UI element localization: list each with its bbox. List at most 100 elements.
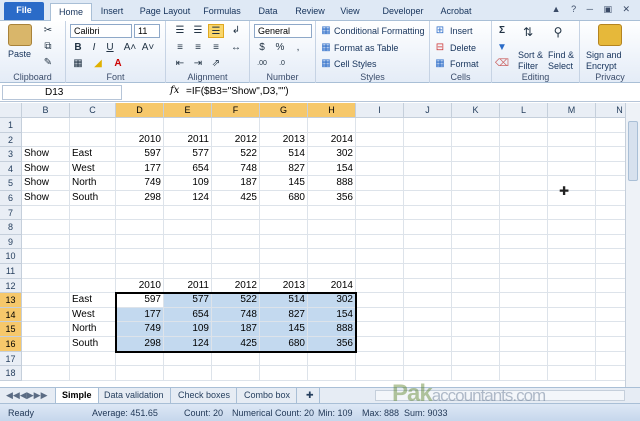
vertical-scroll-thumb[interactable] bbox=[628, 121, 638, 181]
cell-i3[interactable] bbox=[356, 147, 404, 162]
cell-k18[interactable] bbox=[452, 366, 500, 381]
cell-j3[interactable] bbox=[404, 147, 452, 162]
tab-home[interactable]: Home bbox=[50, 3, 92, 22]
cell-k16[interactable] bbox=[452, 337, 500, 352]
cut-icon[interactable]: ✂ bbox=[40, 24, 56, 38]
underline-icon[interactable]: U bbox=[102, 41, 118, 55]
cell-f14[interactable]: 748 bbox=[212, 307, 260, 323]
insert-function-icon[interactable]: fx bbox=[170, 85, 179, 96]
cell-k11[interactable] bbox=[452, 264, 500, 279]
cell-m14[interactable] bbox=[548, 307, 596, 323]
cell-g10[interactable] bbox=[260, 249, 308, 264]
row-header-18[interactable]: 18 bbox=[0, 366, 22, 381]
cell-f9[interactable] bbox=[212, 234, 260, 250]
cell-f4[interactable]: 748 bbox=[212, 161, 260, 177]
paste-button[interactable]: Paste bbox=[8, 49, 31, 59]
cell-d9[interactable] bbox=[116, 234, 164, 250]
cell-m4[interactable] bbox=[548, 161, 596, 177]
align-left-icon[interactable]: ≡ bbox=[172, 41, 188, 55]
column-header-h[interactable]: H bbox=[308, 103, 356, 118]
tab-developer[interactable]: Developer bbox=[376, 3, 430, 21]
cell-m1[interactable] bbox=[548, 118, 596, 133]
cell-i15[interactable] bbox=[356, 322, 404, 337]
cell-n6[interactable] bbox=[596, 191, 625, 206]
cell-j9[interactable] bbox=[404, 234, 452, 250]
cell-b1[interactable] bbox=[22, 118, 70, 133]
row-header-16[interactable]: 16 bbox=[0, 337, 22, 352]
cell-k17[interactable] bbox=[452, 351, 500, 367]
cell-l13[interactable] bbox=[500, 293, 548, 308]
delete-cells-icon[interactable]: ⊟ bbox=[432, 41, 448, 55]
row-header-10[interactable]: 10 bbox=[0, 249, 22, 264]
row-header-1[interactable]: 1 bbox=[0, 118, 22, 133]
font-color-icon[interactable]: A bbox=[110, 57, 126, 71]
comma-icon[interactable]: , bbox=[290, 41, 306, 55]
cell-d10[interactable] bbox=[116, 249, 164, 264]
cell-b3[interactable]: Show bbox=[22, 147, 70, 162]
align-middle-icon[interactable]: ☰ bbox=[190, 24, 206, 38]
cell-k3[interactable] bbox=[452, 147, 500, 162]
cell-b9[interactable] bbox=[22, 234, 70, 250]
cell-h15[interactable]: 888 bbox=[308, 322, 356, 337]
cell-d13[interactable]: 597 bbox=[116, 293, 164, 308]
italic-icon[interactable]: I bbox=[86, 41, 102, 55]
cell-n13[interactable] bbox=[596, 293, 625, 308]
sign-encrypt-button-line2[interactable]: Encrypt bbox=[586, 61, 617, 71]
cell-b7[interactable] bbox=[22, 205, 70, 221]
cell-h2[interactable]: 2014 bbox=[308, 132, 356, 148]
row-header-3[interactable]: 3 bbox=[0, 147, 22, 162]
cell-j6[interactable] bbox=[404, 191, 452, 206]
cell-l14[interactable] bbox=[500, 307, 548, 323]
cell-h3[interactable]: 302 bbox=[308, 147, 356, 162]
cell-f18[interactable] bbox=[212, 366, 260, 381]
cell-f10[interactable] bbox=[212, 249, 260, 264]
cell-e5[interactable]: 109 bbox=[164, 176, 212, 191]
cell-n5[interactable] bbox=[596, 176, 625, 191]
cell-j7[interactable] bbox=[404, 205, 452, 221]
cell-k10[interactable] bbox=[452, 249, 500, 264]
wrap-text-icon[interactable]: ↲ bbox=[228, 24, 244, 38]
cell-k6[interactable] bbox=[452, 191, 500, 206]
new-sheet-icon[interactable]: ✚ bbox=[300, 388, 320, 403]
cell-e1[interactable] bbox=[164, 118, 212, 133]
window-controls[interactable]: ▲ ? ─ ▣ ✕ bbox=[552, 4, 634, 15]
align-right-icon[interactable]: ≡ bbox=[208, 41, 224, 55]
cell-n17[interactable] bbox=[596, 352, 625, 367]
cell-m18[interactable] bbox=[548, 366, 596, 381]
cell-c10[interactable] bbox=[70, 249, 116, 264]
grow-font-icon[interactable]: A˄ bbox=[122, 41, 138, 55]
column-header-e[interactable]: E bbox=[164, 103, 212, 118]
currency-icon[interactable]: $ bbox=[254, 41, 270, 55]
cell-n10[interactable] bbox=[596, 249, 625, 264]
font-name-select[interactable]: Calibri bbox=[70, 24, 132, 38]
delete-cells-button[interactable]: Delete bbox=[450, 43, 476, 53]
find-select-button[interactable]: Find & bbox=[548, 50, 574, 60]
cell-b8[interactable] bbox=[22, 220, 70, 235]
cell-m9[interactable] bbox=[548, 234, 596, 250]
row-header-5[interactable]: 5 bbox=[0, 176, 22, 191]
cell-g14[interactable]: 827 bbox=[260, 307, 308, 323]
cell-f3[interactable]: 522 bbox=[212, 147, 260, 162]
cell-j1[interactable] bbox=[404, 118, 452, 133]
cell-c14[interactable]: West bbox=[70, 307, 116, 323]
cell-k15[interactable] bbox=[452, 322, 500, 337]
cell-n4[interactable] bbox=[596, 162, 625, 177]
tab-data[interactable]: Data bbox=[252, 3, 284, 21]
format-cells-icon[interactable]: ▦ bbox=[432, 57, 448, 71]
cell-e6[interactable]: 124 bbox=[164, 191, 212, 206]
insert-cells-button[interactable]: Insert bbox=[450, 26, 473, 36]
cell-i6[interactable] bbox=[356, 191, 404, 206]
cell-g6[interactable]: 680 bbox=[260, 191, 308, 206]
cell-g11[interactable] bbox=[260, 264, 308, 279]
column-header-g[interactable]: G bbox=[260, 103, 308, 118]
cell-d4[interactable]: 177 bbox=[116, 161, 164, 177]
cell-l18[interactable] bbox=[500, 366, 548, 381]
number-format-select[interactable]: General bbox=[254, 24, 312, 38]
cell-h6[interactable]: 356 bbox=[308, 191, 356, 206]
cell-k9[interactable] bbox=[452, 234, 500, 250]
cell-l16[interactable] bbox=[500, 337, 548, 352]
row-header-12[interactable]: 12 bbox=[0, 278, 22, 294]
cell-j5[interactable] bbox=[404, 176, 452, 191]
cell-i5[interactable] bbox=[356, 176, 404, 191]
format-as-table-button[interactable]: Format as Table bbox=[334, 43, 398, 53]
